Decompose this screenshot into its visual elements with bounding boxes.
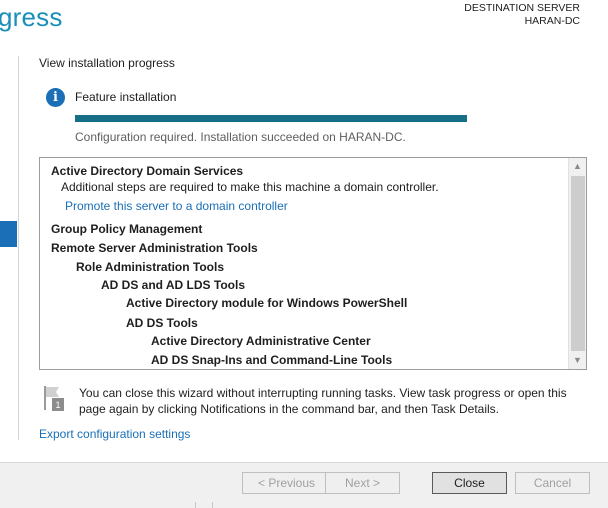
next-button[interactable]: Next > (325, 472, 400, 494)
notification-badge-count: 1 (55, 400, 60, 410)
nav-divider (18, 56, 19, 440)
result-item: Remote Server Administration Tools (51, 241, 258, 255)
info-icon: i (46, 88, 65, 107)
scroll-up-arrow-icon[interactable]: ▲ (569, 158, 586, 175)
promote-domain-controller-link[interactable]: Promote this server to a domain controll… (65, 199, 288, 213)
close-wizard-note: You can close this wizard without interr… (79, 386, 567, 416)
result-item: Role Administration Tools (76, 260, 225, 274)
destination-server-name: HARAN-DC (524, 15, 580, 27)
result-item: Active Directory module for Windows Powe… (126, 296, 408, 310)
result-item: Group Policy Management (51, 222, 203, 236)
results-list-box[interactable]: Active Directory Domain Services Addition… (39, 157, 587, 370)
result-item: AD DS Tools (126, 316, 198, 330)
result-item: AD DS and AD LDS Tools (101, 278, 245, 292)
nav-item-results-selected[interactable] (0, 221, 17, 247)
result-item: AD DS Snap-Ins and Command-Line Tools (151, 353, 393, 367)
feature-installation-label: Feature installation (75, 90, 177, 104)
progress-fill (75, 115, 467, 122)
result-item: Additional steps are required to make th… (61, 180, 439, 194)
footer-tick (195, 502, 196, 508)
destination-server-info: DESTINATION SERVER HARAN-DC (464, 2, 580, 28)
installation-status-text: Configuration required. Installation suc… (75, 130, 406, 144)
section-heading: View installation progress (39, 56, 175, 70)
cancel-button[interactable]: Cancel (515, 472, 590, 494)
results-list: Active Directory Domain Services Addition… (40, 158, 568, 369)
scroll-down-arrow-icon[interactable]: ▼ (569, 352, 586, 369)
installation-progress-bar (75, 115, 467, 122)
notification-flag-icon: 1 (44, 386, 64, 411)
page-title: gress (0, 2, 63, 32)
previous-button[interactable]: < Previous (242, 472, 331, 494)
result-item: Active Directory Administrative Center (151, 334, 371, 348)
footer-tick (212, 502, 213, 508)
result-item: Active Directory Domain Services (51, 164, 244, 178)
scrollbar-thumb[interactable] (571, 176, 585, 351)
results-scrollbar[interactable]: ▲ ▼ (568, 158, 586, 369)
export-configuration-link[interactable]: Export configuration settings (39, 427, 190, 441)
close-button[interactable]: Close (432, 472, 507, 494)
destination-label: DESTINATION SERVER (464, 2, 580, 14)
